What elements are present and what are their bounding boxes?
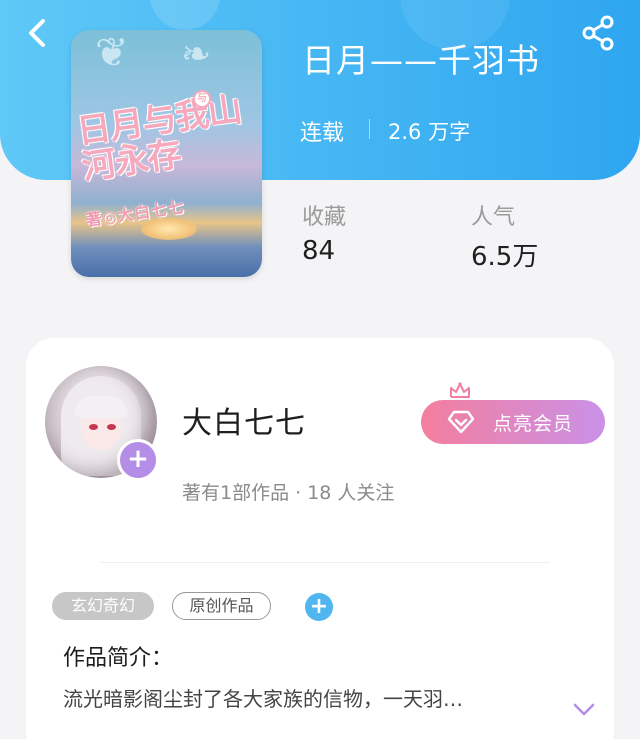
intro-text: 流光暗影阁尘封了各大家族的信物，一天羽… <box>63 687 463 711</box>
book-status: 连载 <box>300 121 345 146</box>
section-divider <box>100 562 550 563</box>
decorative-bubble <box>150 0 220 30</box>
cover-foliage: ❦ <box>95 30 129 76</box>
crown-icon <box>450 382 470 398</box>
tag-original[interactable]: 原创作品 <box>172 592 271 620</box>
follow-author-button[interactable]: + <box>117 439 159 481</box>
cover-title-art: 日月与我山河永存 <box>74 89 244 188</box>
divider <box>369 119 370 139</box>
intro-title: 作品简介： <box>63 646 174 671</box>
share-button[interactable] <box>580 14 618 52</box>
tag-genre[interactable]: 玄幻奇幻 <box>52 592 154 620</box>
chevron-left-icon <box>29 19 45 47</box>
word-count: 2.6 万字 <box>388 120 471 144</box>
vip-member-button[interactable]: 点亮会员 <box>421 400 605 444</box>
add-tag-button[interactable]: + <box>305 593 333 621</box>
book-title: 日月——千羽书 <box>302 41 540 80</box>
share-icon <box>582 15 614 51</box>
chevron-down-icon[interactable] <box>572 700 596 718</box>
author-name[interactable]: 大白七七 <box>182 398 306 442</box>
diamond-icon <box>447 410 475 434</box>
stat-value-favorites: 84 <box>302 236 336 266</box>
cover-foliage: ❧ <box>181 34 212 75</box>
cover-badge: 与 <box>193 90 211 108</box>
vip-member-label: 点亮会员 <box>493 413 574 435</box>
book-cover[interactable]: ❦ ❧ 日月与我山河永存 与 著◎大白七七 <box>71 30 262 277</box>
author-meta: 著有1部作品 · 18 人关注 <box>182 482 395 504</box>
stat-value-popularity: 6.5万 <box>471 242 539 272</box>
back-button[interactable] <box>20 16 54 50</box>
stat-label-favorites: 收藏 <box>302 205 347 230</box>
stat-label-popularity: 人气 <box>471 205 516 230</box>
